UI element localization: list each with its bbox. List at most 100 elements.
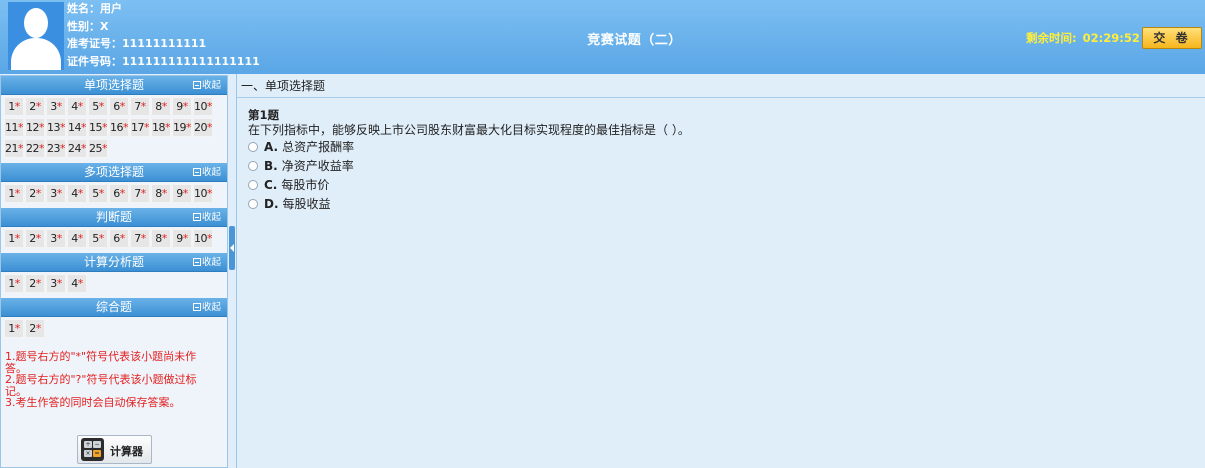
timer-label: 剩余时间: — [1026, 31, 1077, 45]
question-nav-button[interactable]: 9* — [172, 229, 192, 248]
collapse-button[interactable]: 收起 — [192, 298, 221, 317]
question-nav-button[interactable]: 1* — [4, 97, 24, 116]
question-nav-button[interactable]: 20* — [193, 118, 213, 137]
question-nav-button[interactable]: 8* — [151, 229, 171, 248]
question-nav-button[interactable]: 3* — [46, 274, 66, 293]
question-nav-button[interactable]: 2* — [25, 274, 45, 293]
sidebar-toggle-handle[interactable] — [229, 226, 235, 270]
question-nav-button[interactable]: 11* — [4, 118, 24, 137]
unanswered-mark: * — [56, 100, 63, 113]
collapse-button[interactable]: 收起 — [192, 253, 221, 272]
section-header-title: 单项选择题 — [83, 78, 144, 92]
radio-button[interactable] — [248, 161, 258, 171]
question-nav-button[interactable]: 5* — [88, 184, 108, 203]
calculator-label: 计算器 — [110, 445, 143, 458]
question-nav-button[interactable]: 18* — [151, 118, 171, 137]
question-nav-button[interactable]: 8* — [151, 184, 171, 203]
collapse-button[interactable]: 收起 — [192, 163, 221, 182]
unanswered-mark: * — [35, 232, 42, 245]
radio-button[interactable] — [248, 180, 258, 190]
question-nav-button[interactable]: 7* — [130, 229, 150, 248]
section-header: 判断题 收起 — [1, 208, 227, 227]
question-nav-button[interactable]: 12* — [25, 118, 45, 137]
question-nav-button[interactable]: 6* — [109, 229, 129, 248]
question-nav-button[interactable]: 6* — [109, 184, 129, 203]
unanswered-mark: * — [207, 187, 213, 200]
unanswered-mark: * — [98, 100, 105, 113]
collapse-button[interactable]: 收起 — [192, 76, 221, 95]
unanswered-mark: * — [161, 100, 168, 113]
question-nav-button[interactable]: 23* — [46, 139, 66, 158]
collapse-icon — [192, 81, 201, 89]
question-nav-button[interactable]: 25* — [88, 139, 108, 158]
question-nav-button[interactable]: 10* — [193, 229, 213, 248]
question-nav-button[interactable]: 22* — [25, 139, 45, 158]
question-nav-button[interactable]: 6* — [109, 97, 129, 116]
unanswered-mark: * — [182, 100, 189, 113]
question-nav-button[interactable]: 3* — [46, 229, 66, 248]
calc-key: = — [93, 450, 101, 457]
option-a[interactable]: A. 总资产报酬率 — [248, 138, 1205, 157]
question-nav-number: 17 — [131, 121, 145, 134]
option-b[interactable]: B. 净资产收益率 — [248, 157, 1205, 176]
option-d[interactable]: D. 每股收益 — [248, 195, 1205, 214]
question-nav-button[interactable]: 5* — [88, 97, 108, 116]
option-c[interactable]: C. 每股市价 — [248, 176, 1205, 195]
collapse-label: 收起 — [201, 257, 221, 268]
calc-key: × — [84, 450, 92, 457]
question-nav-button[interactable]: 10* — [193, 184, 213, 203]
question-nav-button[interactable]: 2* — [25, 319, 45, 338]
question-nav-button[interactable]: 21* — [4, 139, 24, 158]
question-nav-button[interactable]: 1* — [4, 274, 24, 293]
section-title: 一、单项选择题 — [237, 74, 1205, 98]
question-nav-button[interactable]: 2* — [25, 184, 45, 203]
question-nav-button[interactable]: 1* — [4, 184, 24, 203]
question-nav-button[interactable]: 3* — [46, 184, 66, 203]
cert-label: 证件号码： — [67, 54, 122, 68]
question-nav-button[interactable]: 4* — [67, 229, 87, 248]
question-nav-button[interactable]: 1* — [4, 229, 24, 248]
question-nav-button[interactable]: 16* — [109, 118, 129, 137]
question-nav-button[interactable]: 8* — [151, 97, 171, 116]
unanswered-mark: * — [14, 100, 21, 113]
question-nav-button[interactable]: 24* — [67, 139, 87, 158]
collapse-label: 收起 — [201, 167, 221, 178]
question-nav-button[interactable]: 10* — [193, 97, 213, 116]
question-nav-button[interactable]: 7* — [130, 97, 150, 116]
question-nav-button[interactable]: 4* — [67, 97, 87, 116]
question-nav-button[interactable]: 2* — [25, 229, 45, 248]
remaining-time: 剩余时间: 02:29:52 — [1026, 30, 1140, 46]
section-header: 计算分析题 收起 — [1, 253, 227, 272]
question-nav-button[interactable]: 15* — [88, 118, 108, 137]
calc-key: + — [84, 441, 92, 448]
collapse-button[interactable]: 收起 — [192, 208, 221, 227]
calc-key: − — [93, 441, 101, 448]
unanswered-mark: * — [98, 187, 105, 200]
submit-exam-button[interactable]: 交 卷 — [1142, 27, 1202, 49]
question-nav-button[interactable]: 4* — [67, 274, 87, 293]
question-nav-button[interactable]: 1* — [4, 319, 24, 338]
question-grid: 1* 2* 3* 4* 5* 6* 7* 8* 9* 10* — [1, 227, 227, 253]
question-nav-button[interactable]: 13* — [46, 118, 66, 137]
question-nav-button[interactable]: 9* — [172, 97, 192, 116]
option-letter: B. — [264, 159, 278, 173]
unanswered-mark: * — [60, 142, 66, 155]
question-nav-button[interactable]: 9* — [172, 184, 192, 203]
question-nav-button[interactable]: 2* — [25, 97, 45, 116]
radio-button[interactable] — [248, 199, 258, 209]
unanswered-mark: * — [14, 187, 21, 200]
question-nav-button[interactable]: 7* — [130, 184, 150, 203]
section-header-title: 多项选择题 — [83, 165, 144, 179]
question-nav-button[interactable]: 3* — [46, 97, 66, 116]
unanswered-mark: * — [56, 187, 63, 200]
calculator-button[interactable]: + − × = 计算器 — [77, 435, 152, 464]
question-nav-button[interactable]: 17* — [130, 118, 150, 137]
unanswered-mark: * — [81, 121, 87, 134]
radio-button[interactable] — [248, 142, 258, 152]
unanswered-mark: * — [14, 277, 21, 290]
question-nav-button[interactable]: 4* — [67, 184, 87, 203]
question-nav-button[interactable]: 19* — [172, 118, 192, 137]
question-nav-button[interactable]: 5* — [88, 229, 108, 248]
unanswered-mark: * — [81, 142, 87, 155]
question-nav-button[interactable]: 14* — [67, 118, 87, 137]
